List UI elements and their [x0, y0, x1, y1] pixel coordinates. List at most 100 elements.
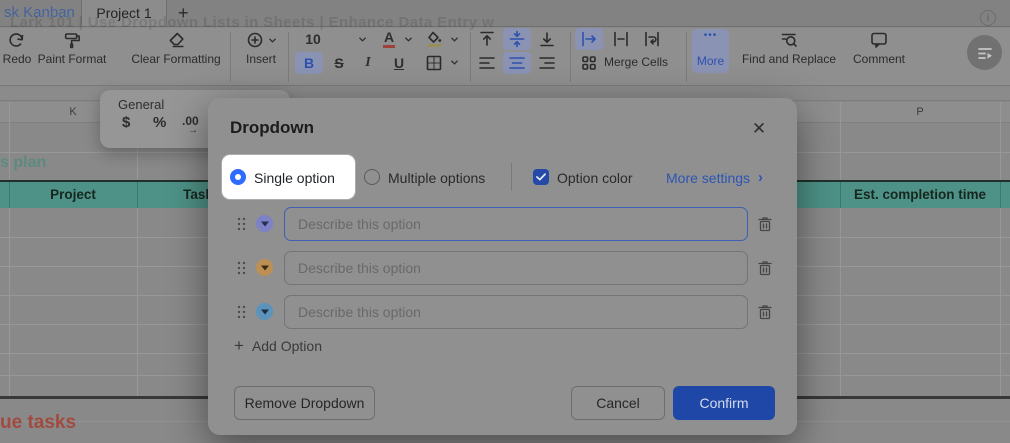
align-top-button[interactable]: [473, 28, 501, 50]
drag-handle-icon[interactable]: [237, 305, 246, 319]
decimal-arrow-icon: →: [188, 125, 198, 136]
plus-icon: +: [234, 339, 244, 353]
align-top-icon: [477, 29, 497, 49]
dropdown-triangle-icon: [261, 265, 269, 271]
comment-label: Comment: [853, 52, 905, 66]
sheet-tab-bar: sk Kanban Project 1 +: [0, 0, 1010, 27]
strikethrough-icon: S: [334, 56, 343, 70]
more-label: More: [692, 54, 729, 68]
fill-color-icon: [425, 30, 443, 48]
text-color-icon: A: [383, 30, 395, 48]
find-replace-button[interactable]: Find and Replace: [742, 30, 836, 66]
option-row: [208, 251, 797, 285]
align-bottom-icon: [537, 29, 557, 49]
single-option-label[interactable]: Single option: [254, 170, 335, 186]
dialog-separator: [511, 163, 512, 191]
tab-project-1[interactable]: Project 1: [81, 0, 167, 26]
insert-button[interactable]: Insert: [245, 30, 277, 66]
strikethrough-button[interactable]: S: [325, 52, 353, 74]
number-format-title: General: [118, 97, 164, 112]
column-header-p[interactable]: P: [916, 106, 923, 118]
fill-color-button[interactable]: [420, 28, 448, 50]
align-left-icon: [477, 53, 497, 73]
align-middle-icon: [507, 29, 527, 49]
section-footer: ue tasks: [0, 412, 76, 434]
more-button[interactable]: ••• More: [692, 29, 729, 73]
sheet-name[interactable]: sk Kanban: [4, 4, 75, 21]
toolbar: Redo Paint Format Clear Formatting Inser…: [0, 28, 1010, 86]
align-bottom-button[interactable]: [533, 28, 561, 50]
merge-cells-label[interactable]: Merge Cells: [604, 55, 668, 69]
text-clip-button[interactable]: [607, 28, 635, 50]
add-option-button[interactable]: + Add Option: [234, 338, 322, 354]
increase-decimal-button[interactable]: .00 →: [182, 114, 199, 142]
drag-handle-icon[interactable]: [237, 261, 246, 275]
multiple-options-radio[interactable]: [364, 169, 380, 185]
borders-icon: [425, 54, 443, 72]
merge-cells-button[interactable]: [575, 52, 603, 74]
dropdown-triangle-icon: [261, 309, 269, 315]
option-description-input[interactable]: [284, 251, 748, 285]
option-row: [208, 295, 797, 329]
add-sheet-button[interactable]: +: [178, 1, 189, 25]
align-center-button[interactable]: [503, 52, 531, 74]
bold-button[interactable]: B: [295, 52, 323, 74]
option-color-badge[interactable]: [256, 303, 273, 320]
toolbar-separator: [470, 32, 471, 82]
header-cell-project[interactable]: Project: [50, 187, 96, 202]
borders-chevron-icon[interactable]: [450, 59, 459, 66]
percent-format-button[interactable]: %: [153, 114, 166, 131]
underline-button[interactable]: U: [385, 52, 413, 74]
confirm-button[interactable]: Confirm: [673, 386, 775, 420]
borders-button[interactable]: [420, 52, 448, 74]
text-color-button[interactable]: A: [375, 28, 403, 50]
font-size-chevron-icon[interactable]: [358, 36, 367, 43]
text-color-chevron-icon[interactable]: [404, 36, 413, 43]
cancel-button[interactable]: Cancel: [571, 386, 665, 420]
align-right-button[interactable]: [533, 52, 561, 74]
column-header-k[interactable]: K: [69, 106, 76, 118]
dropdown-triangle-icon: [261, 221, 269, 227]
redo-label: Redo: [3, 52, 32, 66]
chevron-down-icon: [268, 37, 277, 44]
task-list-floating-button[interactable]: [967, 35, 1002, 70]
single-option-radio[interactable]: [230, 169, 246, 185]
toolbar-separator: [686, 32, 687, 82]
delete-option-icon[interactable]: [756, 215, 774, 233]
text-overflow-icon: [579, 29, 599, 49]
option-color-badge[interactable]: [256, 215, 273, 232]
align-left-button[interactable]: [473, 52, 501, 74]
remove-dropdown-button[interactable]: Remove Dropdown: [234, 386, 375, 420]
comment-button[interactable]: Comment: [853, 30, 905, 66]
align-middle-button[interactable]: [503, 28, 531, 50]
fill-color-chevron-icon[interactable]: [450, 36, 459, 43]
drag-handle-icon[interactable]: [237, 217, 246, 231]
option-description-input[interactable]: [284, 207, 748, 241]
paint-format-button[interactable]: Paint Format: [38, 30, 107, 66]
underline-icon: U: [394, 56, 404, 70]
font-size-selector[interactable]: 10: [296, 28, 330, 50]
paint-format-label: Paint Format: [38, 52, 107, 66]
redo-button[interactable]: Redo: [3, 30, 32, 66]
clear-formatting-button[interactable]: Clear Formatting: [131, 30, 220, 66]
dropdown-dialog: Dropdown ✕ Single option Multiple option…: [208, 98, 797, 435]
italic-button[interactable]: I: [354, 52, 382, 74]
delete-option-icon[interactable]: [756, 303, 774, 321]
bold-icon: B: [304, 56, 314, 70]
currency-format-button[interactable]: $: [122, 114, 130, 131]
info-button[interactable]: i: [980, 10, 996, 26]
check-icon: [536, 173, 546, 181]
more-settings-link[interactable]: More settings ›: [666, 170, 763, 186]
text-overflow-button[interactable]: [575, 28, 603, 50]
text-wrap-button[interactable]: [638, 28, 666, 50]
header-cell-est-completion[interactable]: Est. completion time: [854, 187, 986, 202]
clear-formatting-label: Clear Formatting: [131, 52, 220, 66]
gridline: [1000, 102, 1001, 396]
option-color-badge[interactable]: [256, 259, 273, 276]
option-color-label[interactable]: Option color: [557, 170, 632, 186]
option-description-input[interactable]: [284, 295, 748, 329]
multiple-options-label[interactable]: Multiple options: [388, 170, 485, 186]
close-button[interactable]: ✕: [748, 118, 770, 140]
option-color-checkbox[interactable]: [533, 169, 549, 185]
delete-option-icon[interactable]: [756, 259, 774, 277]
